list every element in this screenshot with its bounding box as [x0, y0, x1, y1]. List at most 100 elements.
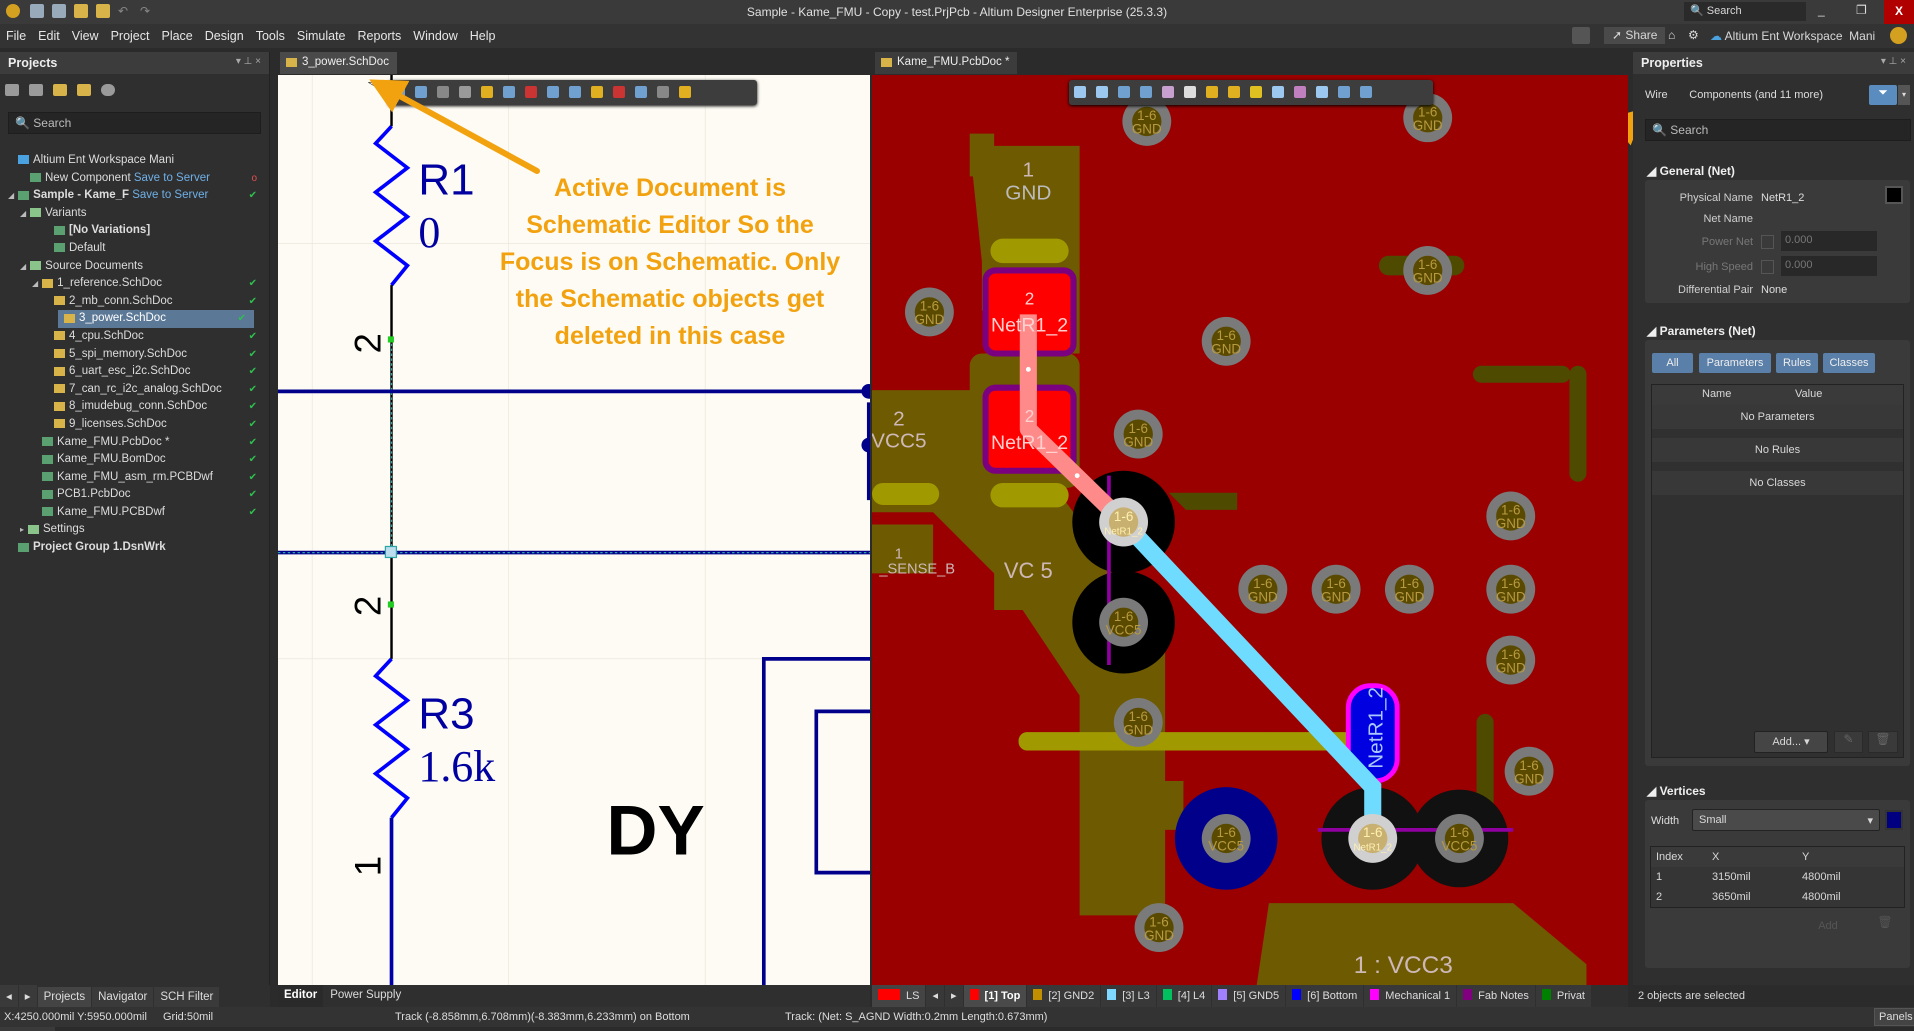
filter-dropdown[interactable]: ▾ — [1898, 85, 1910, 105]
filter-classes-button[interactable]: Classes — [1823, 353, 1875, 373]
expand-icon[interactable]: ◢ — [32, 279, 38, 288]
layer-tab[interactable]: Fab Notes — [1457, 985, 1535, 1007]
properties-search-input[interactable]: 🔍 Search — [1645, 119, 1911, 141]
via[interactable]: 1-6GND — [1311, 564, 1361, 614]
via-icon[interactable] — [1250, 86, 1262, 98]
filter-icon[interactable] — [1074, 86, 1086, 98]
via[interactable]: 1-6 NetR1_2 — [1099, 497, 1149, 547]
menu-place[interactable]: Place — [155, 24, 198, 43]
filter-rules-button[interactable]: Rules — [1776, 353, 1818, 373]
cross-icon[interactable] — [1118, 86, 1130, 98]
via[interactable]: 1-6VCC5 — [1201, 813, 1251, 863]
tree-item[interactable]: Kame_FMU.PCBDwf ✔ — [8, 504, 265, 522]
align-icon[interactable] — [459, 86, 471, 98]
menu-reports[interactable]: Reports — [352, 24, 408, 43]
via[interactable]: 1-6GND — [1403, 246, 1453, 295]
filter-icon[interactable]: ⏷ — [1869, 85, 1897, 105]
tree-item[interactable]: 9_licenses.SchDoc ✔ — [8, 416, 265, 434]
tree-item[interactable]: Project Group 1.DsnWrk — [8, 539, 265, 557]
layer-tab[interactable]: [3] L3 — [1101, 985, 1156, 1007]
filter-all-button[interactable]: All — [1652, 353, 1693, 373]
tab-schematic-doc[interactable]: 3_power.SchDoc — [280, 52, 397, 74]
no-erc-icon[interactable] — [613, 86, 625, 98]
tree-item[interactable]: 2_mb_conn.SchDoc ✔ — [8, 293, 265, 311]
compile-icon[interactable] — [29, 84, 43, 96]
via[interactable]: 1-6GND — [1486, 564, 1536, 614]
tree-item[interactable]: [No Variations] — [8, 222, 265, 240]
sheet-symbol-icon[interactable] — [569, 86, 581, 98]
expand-icon[interactable]: ◢ — [8, 191, 14, 200]
restore-button[interactable]: ❐ — [1856, 3, 1867, 17]
tree-item[interactable]: Kame_FMU.BomDoc ✔ — [8, 451, 265, 469]
via[interactable]: 1-6GND — [1504, 746, 1554, 796]
layer-tab[interactable]: [6] Bottom — [1286, 985, 1364, 1007]
vertex-y[interactable]: 4800mil — [1802, 891, 1841, 903]
power-net-checkbox[interactable] — [1761, 235, 1774, 249]
via[interactable]: 1-6VCC5 — [1435, 813, 1484, 863]
menu-view[interactable]: View — [66, 24, 105, 43]
tree-item[interactable]: 7_can_rc_i2c_analog.SchDoc ✔ — [8, 381, 265, 399]
via[interactable]: 1-6GND — [1486, 491, 1536, 541]
layer-tab[interactable]: [2] GND2 — [1027, 985, 1101, 1007]
text-icon[interactable] — [635, 86, 647, 98]
notifications-icon[interactable] — [1572, 27, 1590, 44]
via[interactable]: 1-6VCC5 — [1099, 597, 1149, 647]
menu-help[interactable]: Help — [464, 24, 502, 43]
line-icon[interactable] — [1360, 86, 1372, 98]
table-row[interactable]: 2 3650mil 4800mil — [1651, 887, 1904, 907]
column-name[interactable]: Name — [1702, 388, 1731, 400]
tree-item[interactable]: PCB1.PcbDoc ✔ — [8, 486, 265, 504]
r1-designator[interactable]: R1 — [418, 156, 474, 205]
project-options-icon[interactable] — [77, 84, 91, 96]
tab-pcb-doc[interactable]: Kame_FMU.PcbDoc * — [875, 52, 1018, 74]
tab-power-supply[interactable]: Power Supply — [324, 985, 408, 1007]
tab-projects[interactable]: Projects — [37, 987, 92, 1009]
via[interactable]: 1-6GND — [1384, 564, 1434, 614]
select-icon[interactable] — [1140, 86, 1152, 98]
global-search[interactable]: 🔍 Search — [1684, 2, 1806, 21]
tab-sch-filter[interactable]: SCH Filter — [154, 987, 220, 1009]
tree-item[interactable]: Kame_FMU_asm_rm.PCBDwf ✔ — [8, 469, 265, 487]
minimize-button[interactable]: _ — [1818, 3, 1825, 17]
delete-vertex-icon[interactable]: 🗑 — [1870, 914, 1900, 938]
menu-design[interactable]: Design — [199, 24, 250, 43]
via[interactable]: 1-6GND — [1134, 903, 1184, 953]
diff-pair-icon[interactable] — [1228, 86, 1240, 98]
high-speed-checkbox[interactable] — [1761, 260, 1774, 274]
vertex-x[interactable]: 3650mil — [1712, 891, 1751, 903]
layer-tab[interactable]: [4] L4 — [1156, 985, 1212, 1007]
text-icon[interactable] — [1338, 86, 1350, 98]
r3-designator[interactable]: R3 — [418, 689, 474, 738]
dimension-icon[interactable] — [1316, 86, 1328, 98]
save-to-server-link[interactable]: Save to Server — [132, 189, 208, 201]
vertex-x[interactable]: 3150mil — [1712, 871, 1751, 883]
column-y[interactable]: Y — [1802, 851, 1809, 863]
polygon-icon[interactable] — [1272, 86, 1284, 98]
bus-icon[interactable] — [503, 86, 515, 98]
via[interactable]: 1-6GND — [1113, 697, 1163, 747]
tree-item[interactable]: 4_cpu.SchDoc ✔ — [8, 328, 265, 346]
port-icon[interactable] — [591, 86, 603, 98]
panel-controls[interactable]: ▾ ⊥ × — [1881, 56, 1906, 67]
tree-item[interactable]: ◢ Sample - Kame_F Save to Server ✔ — [8, 187, 265, 205]
power-net-input[interactable]: 0.000 — [1781, 231, 1877, 251]
column-index[interactable]: Index — [1656, 851, 1683, 863]
tree-item[interactable]: 8_imudebug_conn.SchDoc ✔ — [8, 398, 265, 416]
net-color-swatch[interactable] — [1885, 186, 1903, 204]
via[interactable]: 1-6GND — [904, 287, 954, 337]
component-icon[interactable] — [1184, 86, 1196, 98]
avatar[interactable] — [1890, 27, 1907, 44]
nav-next[interactable]: ▸ — [18, 985, 37, 1007]
directive-icon[interactable] — [679, 86, 691, 98]
via[interactable]: 1-6GND — [1201, 316, 1251, 366]
tree-item[interactable]: ▸ Settings — [8, 521, 265, 539]
menu-file[interactable]: File — [0, 24, 32, 43]
via[interactable]: 1-6 NetR1_2 — [1348, 813, 1398, 863]
menu-tools[interactable]: Tools — [250, 24, 291, 43]
settings-icon[interactable] — [101, 84, 115, 96]
filter-parameters-button[interactable]: Parameters — [1699, 353, 1771, 373]
menu-project[interactable]: Project — [105, 24, 156, 43]
delete-icon[interactable]: 🗑 — [1868, 731, 1898, 753]
power-port-icon[interactable] — [525, 86, 537, 98]
save-to-server-link[interactable]: Save to Server — [134, 172, 210, 184]
